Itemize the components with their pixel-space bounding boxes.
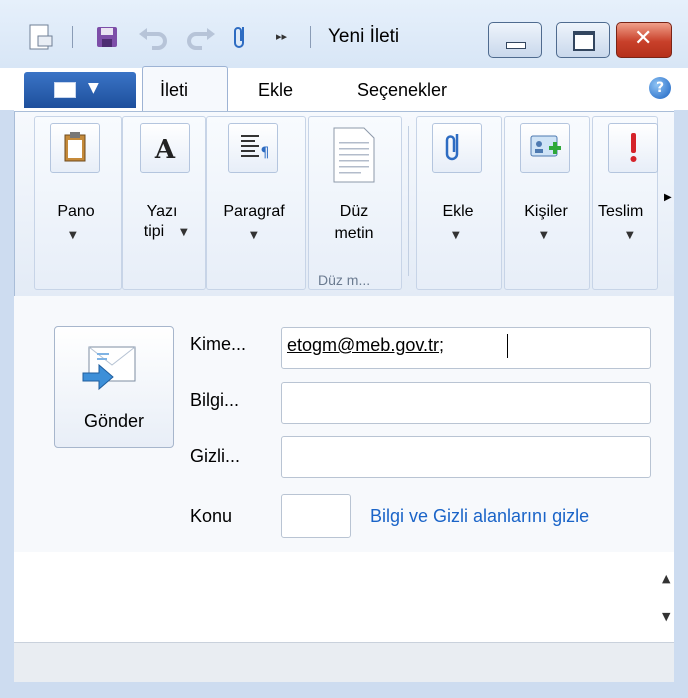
help-icon[interactable]: ? bbox=[649, 77, 671, 99]
chevron-down-icon: ▼ bbox=[452, 230, 460, 241]
maximize-button[interactable] bbox=[556, 22, 610, 58]
chevron-down-icon: ▼ bbox=[250, 230, 258, 241]
pano-label: Pano bbox=[57, 203, 95, 220]
cc-button[interactable]: Bilgi... bbox=[190, 390, 239, 411]
duz-metin-group-caption: Düz m... bbox=[318, 272, 371, 288]
recipient-token[interactable]: etogm@meb.gov.tr; bbox=[287, 335, 444, 356]
ribbon-scroll-right-icon[interactable]: ▶ bbox=[664, 192, 672, 203]
svg-text:A: A bbox=[154, 135, 176, 165]
yazi-tipi-label-line2: tipi bbox=[143, 223, 165, 240]
window-frame-right bbox=[674, 110, 688, 698]
kisiler-label: Kişiler bbox=[524, 203, 568, 220]
tab-ileti[interactable]: İleti bbox=[160, 80, 188, 101]
mail-compose-window: ▸▸ Yeni İleti ✕ ▼ İleti Ekle Seçenekler … bbox=[0, 0, 688, 698]
window-frame-left bbox=[0, 110, 14, 698]
chevron-down-icon: ▼ bbox=[69, 230, 77, 241]
text-cursor bbox=[507, 334, 508, 358]
undo-icon[interactable] bbox=[136, 22, 170, 52]
title-bar: ▸▸ Yeni İleti ✕ bbox=[0, 0, 688, 68]
separator bbox=[72, 26, 73, 48]
font-icon: A bbox=[140, 123, 190, 173]
send-label: Gönder bbox=[83, 411, 145, 431]
file-menu-icon bbox=[54, 82, 76, 98]
plain-text-icon bbox=[330, 126, 378, 184]
separator bbox=[408, 126, 409, 276]
minimize-button[interactable] bbox=[488, 22, 542, 58]
subject-label: Konu bbox=[190, 506, 233, 526]
save-icon[interactable] bbox=[94, 22, 120, 52]
paragraf-label: Paragraf bbox=[223, 203, 285, 220]
minimize-icon bbox=[506, 42, 526, 49]
chevron-down-icon: ▼ bbox=[88, 80, 99, 96]
chevron-down-icon: ▼ bbox=[626, 230, 634, 241]
attach-icon bbox=[432, 123, 482, 173]
redo-icon[interactable] bbox=[184, 22, 218, 52]
yazi-tipi-label-line1: Yazı bbox=[146, 203, 178, 220]
scroll-up-icon[interactable]: ▲ bbox=[662, 572, 670, 585]
contacts-icon bbox=[520, 123, 570, 173]
status-bar bbox=[14, 642, 674, 683]
paragraph-icon: ¶ bbox=[228, 123, 278, 173]
duz-metin-label-line2: metin bbox=[334, 225, 374, 242]
app-icon bbox=[29, 24, 53, 50]
close-button[interactable]: ✕ bbox=[616, 22, 672, 58]
cc-field[interactable] bbox=[281, 382, 651, 424]
subject-field[interactable] bbox=[281, 494, 351, 538]
window-frame-bottom bbox=[0, 682, 688, 698]
paperclip-icon[interactable] bbox=[232, 22, 254, 52]
close-icon: ✕ bbox=[634, 26, 653, 51]
priority-icon bbox=[608, 123, 658, 173]
ekle-label: Ekle bbox=[442, 203, 474, 220]
chevron-down-icon: ▼ bbox=[180, 227, 188, 238]
send-button[interactable]: Gönder bbox=[54, 326, 174, 448]
tab-ekle[interactable]: Ekle bbox=[258, 80, 293, 101]
teslim-label: Teslim bbox=[598, 203, 644, 220]
window-title: Yeni İleti bbox=[328, 26, 400, 47]
message-body[interactable] bbox=[14, 552, 674, 642]
tab-secenekler[interactable]: Seçenekler bbox=[357, 80, 447, 101]
bcc-field[interactable] bbox=[281, 436, 651, 478]
scroll-down-icon[interactable]: ▼ bbox=[662, 610, 670, 623]
chevron-down-icon: ▼ bbox=[540, 230, 548, 241]
customize-quick-access-icon[interactable]: ▸▸ bbox=[276, 30, 287, 60]
send-mail-icon bbox=[82, 346, 136, 391]
hide-cc-bcc-link[interactable]: Bilgi ve Gizli alanlarını gizle bbox=[370, 506, 589, 527]
maximize-icon bbox=[573, 31, 595, 51]
file-menu-button[interactable]: ▼ bbox=[24, 72, 136, 108]
svg-text:¶: ¶ bbox=[261, 145, 270, 161]
duz-metin-label-line1: Düz bbox=[339, 203, 369, 220]
clipboard-icon bbox=[50, 123, 100, 173]
bcc-button[interactable]: Gizli... bbox=[190, 446, 240, 467]
separator bbox=[310, 26, 311, 48]
to-button[interactable]: Kime... bbox=[190, 334, 246, 355]
